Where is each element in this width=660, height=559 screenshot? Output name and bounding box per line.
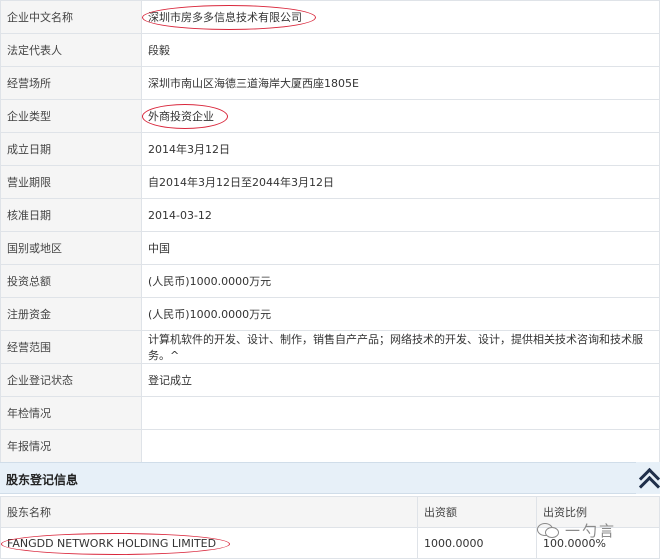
row-value xyxy=(141,429,660,463)
info-row-registration-status: 企业登记状态 登记成立 xyxy=(0,363,660,397)
row-value: 自2014年3月12日至2044年3月12日 xyxy=(141,165,660,199)
info-row-legal-rep: 法定代表人 段毅 xyxy=(0,33,660,67)
row-label: 注册资金 xyxy=(0,297,142,331)
row-value: 2014年3月12日 xyxy=(141,132,660,166)
info-row-address: 经营场所 深圳市南山区海德三道海岸大厦西座1805E xyxy=(0,66,660,100)
column-header: 股东名称 xyxy=(0,496,418,528)
info-row-total-investment: 投资总额 (人民币)1000.0000万元 xyxy=(0,264,660,298)
collapse-chevron-up-icon[interactable] xyxy=(636,462,660,498)
shareholder-section-header: 股东登记信息 xyxy=(0,462,640,494)
row-value: 深圳市南山区海德三道海岸大厦西座1805E xyxy=(141,66,660,100)
row-label: 核准日期 xyxy=(0,198,142,232)
row-value: (人民币)1000.0000万元 xyxy=(141,297,660,331)
wechat-icon xyxy=(537,521,559,539)
row-label: 企业中文名称 xyxy=(0,0,142,34)
row-label: 经营范围 xyxy=(0,330,142,364)
row-label: 年检情况 xyxy=(0,396,142,430)
row-value: 中国 xyxy=(141,231,660,265)
info-row-term: 营业期限 自2014年3月12日至2044年3月12日 xyxy=(0,165,660,199)
row-value: 登记成立 xyxy=(141,363,660,397)
row-label: 投资总额 xyxy=(0,264,142,298)
info-row-company-type: 企业类型 外商投资企业 xyxy=(0,99,660,133)
row-value xyxy=(141,396,660,430)
company-info-table: 企业中文名称 深圳市房多多信息技术有限公司 法定代表人 段毅 经营场所 深圳市南… xyxy=(0,0,660,463)
row-label: 营业期限 xyxy=(0,165,142,199)
row-value: 计算机软件的开发、设计、制作，销售自产产品；网络技术的开发、设计，提供相关技术咨… xyxy=(141,330,660,364)
company-type-value: 外商投资企业 xyxy=(142,104,228,129)
row-label: 成立日期 xyxy=(0,132,142,166)
row-label: 年报情况 xyxy=(0,429,142,463)
info-row-country: 国别或地区 中国 xyxy=(0,231,660,265)
row-value: (人民币)1000.0000万元 xyxy=(141,264,660,298)
info-row-annual-report: 年报情况 xyxy=(0,429,660,463)
shareholder-amount: 1000.0000 xyxy=(417,527,537,559)
company-name-value: 深圳市房多多信息技术有限公司 xyxy=(142,5,316,30)
row-value: 段毅 xyxy=(141,33,660,67)
row-label: 经营场所 xyxy=(0,66,142,100)
watermark-text: 一勺言 xyxy=(565,521,617,540)
info-row-annual-inspection: 年检情况 xyxy=(0,396,660,430)
watermark: 一勺言 xyxy=(537,515,616,545)
row-value: 2014-03-12 xyxy=(141,198,660,232)
info-row-established: 成立日期 2014年3月12日 xyxy=(0,132,660,166)
row-label: 企业登记状态 xyxy=(0,363,142,397)
info-row-registered-capital: 注册资金 (人民币)1000.0000万元 xyxy=(0,297,660,331)
row-label: 企业类型 xyxy=(0,99,142,133)
row-label: 法定代表人 xyxy=(0,33,142,67)
info-row-approval-date: 核准日期 2014-03-12 xyxy=(0,198,660,232)
shareholder-name: FANGDD NETWORK HOLDING LIMITED xyxy=(0,532,231,555)
row-label: 国别或地区 xyxy=(0,231,142,265)
info-row-business-scope: 经营范围 计算机软件的开发、设计、制作，销售自产产品；网络技术的开发、设计，提供… xyxy=(0,330,660,364)
info-row-chinese-name: 企业中文名称 深圳市房多多信息技术有限公司 xyxy=(0,0,660,34)
column-header: 出资额 xyxy=(417,496,537,528)
section-title: 股东登记信息 xyxy=(6,473,79,487)
